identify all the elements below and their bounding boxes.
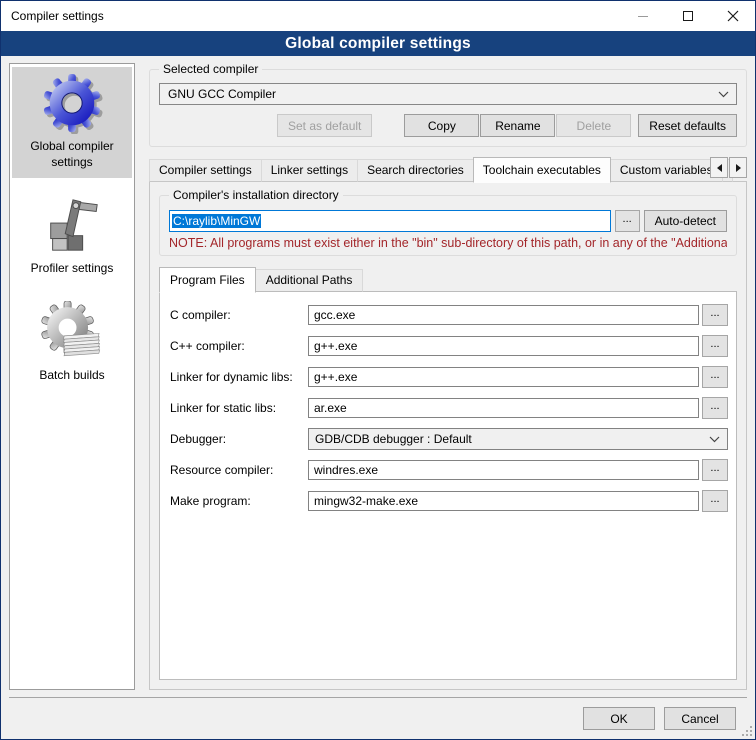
close-icon xyxy=(727,10,739,22)
c-compiler-browse-button[interactable]: ... xyxy=(702,304,728,326)
dialog-content: Global compiler settings Profiler settin… xyxy=(1,56,755,697)
tab-scroll-left-icon xyxy=(717,164,722,172)
resize-grip-icon[interactable] xyxy=(750,726,752,728)
tab-scroll-left-button[interactable] xyxy=(710,157,728,178)
cpp-compiler-label: C++ compiler: xyxy=(168,339,308,353)
static-linker-row: Linker for static libs: ... xyxy=(168,397,728,419)
resource-compiler-browse-button[interactable]: ... xyxy=(702,459,728,481)
cancel-button[interactable]: Cancel xyxy=(664,707,736,730)
tab-linker-settings[interactable]: Linker settings xyxy=(261,159,358,182)
dynamic-linker-row: Linker for dynamic libs: ... xyxy=(168,366,728,388)
tab-toolchain-executables[interactable]: Toolchain executables xyxy=(473,157,611,183)
compiler-buttons-row: Set as default Copy Rename Delete Reset … xyxy=(159,114,737,137)
cpp-compiler-input[interactable] xyxy=(308,336,699,356)
sidebar-item-global-compiler-settings[interactable]: Global compiler settings xyxy=(12,67,132,178)
cpp-compiler-browse-button[interactable]: ... xyxy=(702,335,728,357)
minimize-icon xyxy=(638,16,648,17)
tab-compiler-settings[interactable]: Compiler settings xyxy=(149,159,262,182)
chevron-down-icon xyxy=(709,436,720,443)
settings-tabstrip: Compiler settings Linker settings Search… xyxy=(149,157,747,182)
main-panel: Selected compiler GNU GCC Compiler Set a… xyxy=(149,63,747,690)
sidebar-item-label: Batch builds xyxy=(39,368,104,384)
selected-compiler-group: Selected compiler GNU GCC Compiler Set a… xyxy=(149,69,747,147)
sidebar-item-label: Global compiler settings xyxy=(14,139,130,170)
c-compiler-label: C compiler: xyxy=(168,308,308,322)
resource-compiler-label: Resource compiler: xyxy=(168,463,308,477)
minimize-button[interactable] xyxy=(620,1,665,31)
resource-compiler-input[interactable] xyxy=(308,460,699,480)
installation-directory-legend: Compiler's installation directory xyxy=(169,188,343,202)
page-title: Global compiler settings xyxy=(1,31,755,56)
dynamic-linker-label: Linker for dynamic libs: xyxy=(168,370,308,384)
window-title: Compiler settings xyxy=(1,9,620,23)
cpp-compiler-row: C++ compiler: ... xyxy=(168,335,728,357)
sidebar-item-batch-builds[interactable]: Batch builds xyxy=(12,296,132,392)
compiler-settings-dialog: Compiler settings Global compiler settin… xyxy=(0,0,756,740)
c-compiler-input[interactable] xyxy=(308,305,699,325)
browse-directory-button[interactable]: ... xyxy=(615,210,640,232)
tab-scroll-right-icon xyxy=(736,164,741,172)
maximize-button[interactable] xyxy=(665,1,710,31)
bin-subdirectory-note: NOTE: All programs must exist either in … xyxy=(169,236,727,250)
make-program-row: Make program: ... xyxy=(168,490,728,512)
debugger-row: Debugger: GDB/CDB debugger : Default xyxy=(168,428,728,450)
static-linker-browse-button[interactable]: ... xyxy=(702,397,728,419)
tab-scrollers xyxy=(710,157,747,178)
sidebar-item-profiler-settings[interactable]: Profiler settings xyxy=(12,189,132,285)
tab-program-files[interactable]: Program Files xyxy=(159,267,256,293)
tab-search-directories[interactable]: Search directories xyxy=(357,159,474,182)
dynamic-linker-browse-button[interactable]: ... xyxy=(702,366,728,388)
resource-compiler-row: Resource compiler: ... xyxy=(168,459,728,481)
installation-directory-row: C:\raylib\MinGW ... Auto-detect xyxy=(169,210,727,232)
auto-detect-button[interactable]: Auto-detect xyxy=(644,210,727,232)
blue-gear-icon xyxy=(41,72,103,134)
installation-directory-group: Compiler's installation directory C:\ray… xyxy=(159,195,737,256)
tab-additional-paths[interactable]: Additional Paths xyxy=(255,269,364,292)
static-linker-label: Linker for static libs: xyxy=(168,401,308,415)
program-files-tabstrip: Program Files Additional Paths xyxy=(159,267,737,292)
installation-directory-input[interactable]: C:\raylib\MinGW xyxy=(169,210,611,232)
titlebar: Compiler settings xyxy=(1,1,755,31)
installation-directory-value: C:\raylib\MinGW xyxy=(172,214,261,228)
rename-button[interactable]: Rename xyxy=(480,114,555,137)
gray-gear-stack-icon xyxy=(41,301,103,363)
toolchain-executables-page: Compiler's installation directory C:\ray… xyxy=(149,181,747,690)
debugger-select[interactable]: GDB/CDB debugger : Default xyxy=(308,428,728,450)
footer: OK Cancel xyxy=(1,698,755,739)
tab-scroll-right-button[interactable] xyxy=(729,157,747,178)
c-compiler-row: C compiler: ... xyxy=(168,304,728,326)
maximize-icon xyxy=(683,11,693,21)
chevron-down-icon xyxy=(718,91,729,98)
debugger-select-value: GDB/CDB debugger : Default xyxy=(315,432,472,446)
ok-button[interactable]: OK xyxy=(583,707,655,730)
make-program-browse-button[interactable]: ... xyxy=(702,490,728,512)
make-program-label: Make program: xyxy=(168,494,308,508)
dynamic-linker-input[interactable] xyxy=(308,367,699,387)
set-as-default-button[interactable]: Set as default xyxy=(277,114,372,137)
make-program-input[interactable] xyxy=(308,491,699,511)
tab-custom-variables[interactable]: Custom variables xyxy=(610,159,723,182)
program-files-page: C compiler: ... C++ compiler: ... Linker… xyxy=(159,291,737,680)
settings-category-list: Global compiler settings Profiler settin… xyxy=(9,63,135,690)
sidebar-item-label: Profiler settings xyxy=(31,261,114,277)
copy-button[interactable]: Copy xyxy=(404,114,479,137)
static-linker-input[interactable] xyxy=(308,398,699,418)
caliper-icon xyxy=(41,194,103,256)
compiler-select-value: GNU GCC Compiler xyxy=(168,87,276,101)
debugger-label: Debugger: xyxy=(168,432,308,446)
delete-button[interactable]: Delete xyxy=(556,114,631,137)
compiler-select[interactable]: GNU GCC Compiler xyxy=(159,83,737,105)
reset-defaults-button[interactable]: Reset defaults xyxy=(638,114,737,137)
close-button[interactable] xyxy=(710,1,755,31)
selected-compiler-legend: Selected compiler xyxy=(159,62,262,76)
